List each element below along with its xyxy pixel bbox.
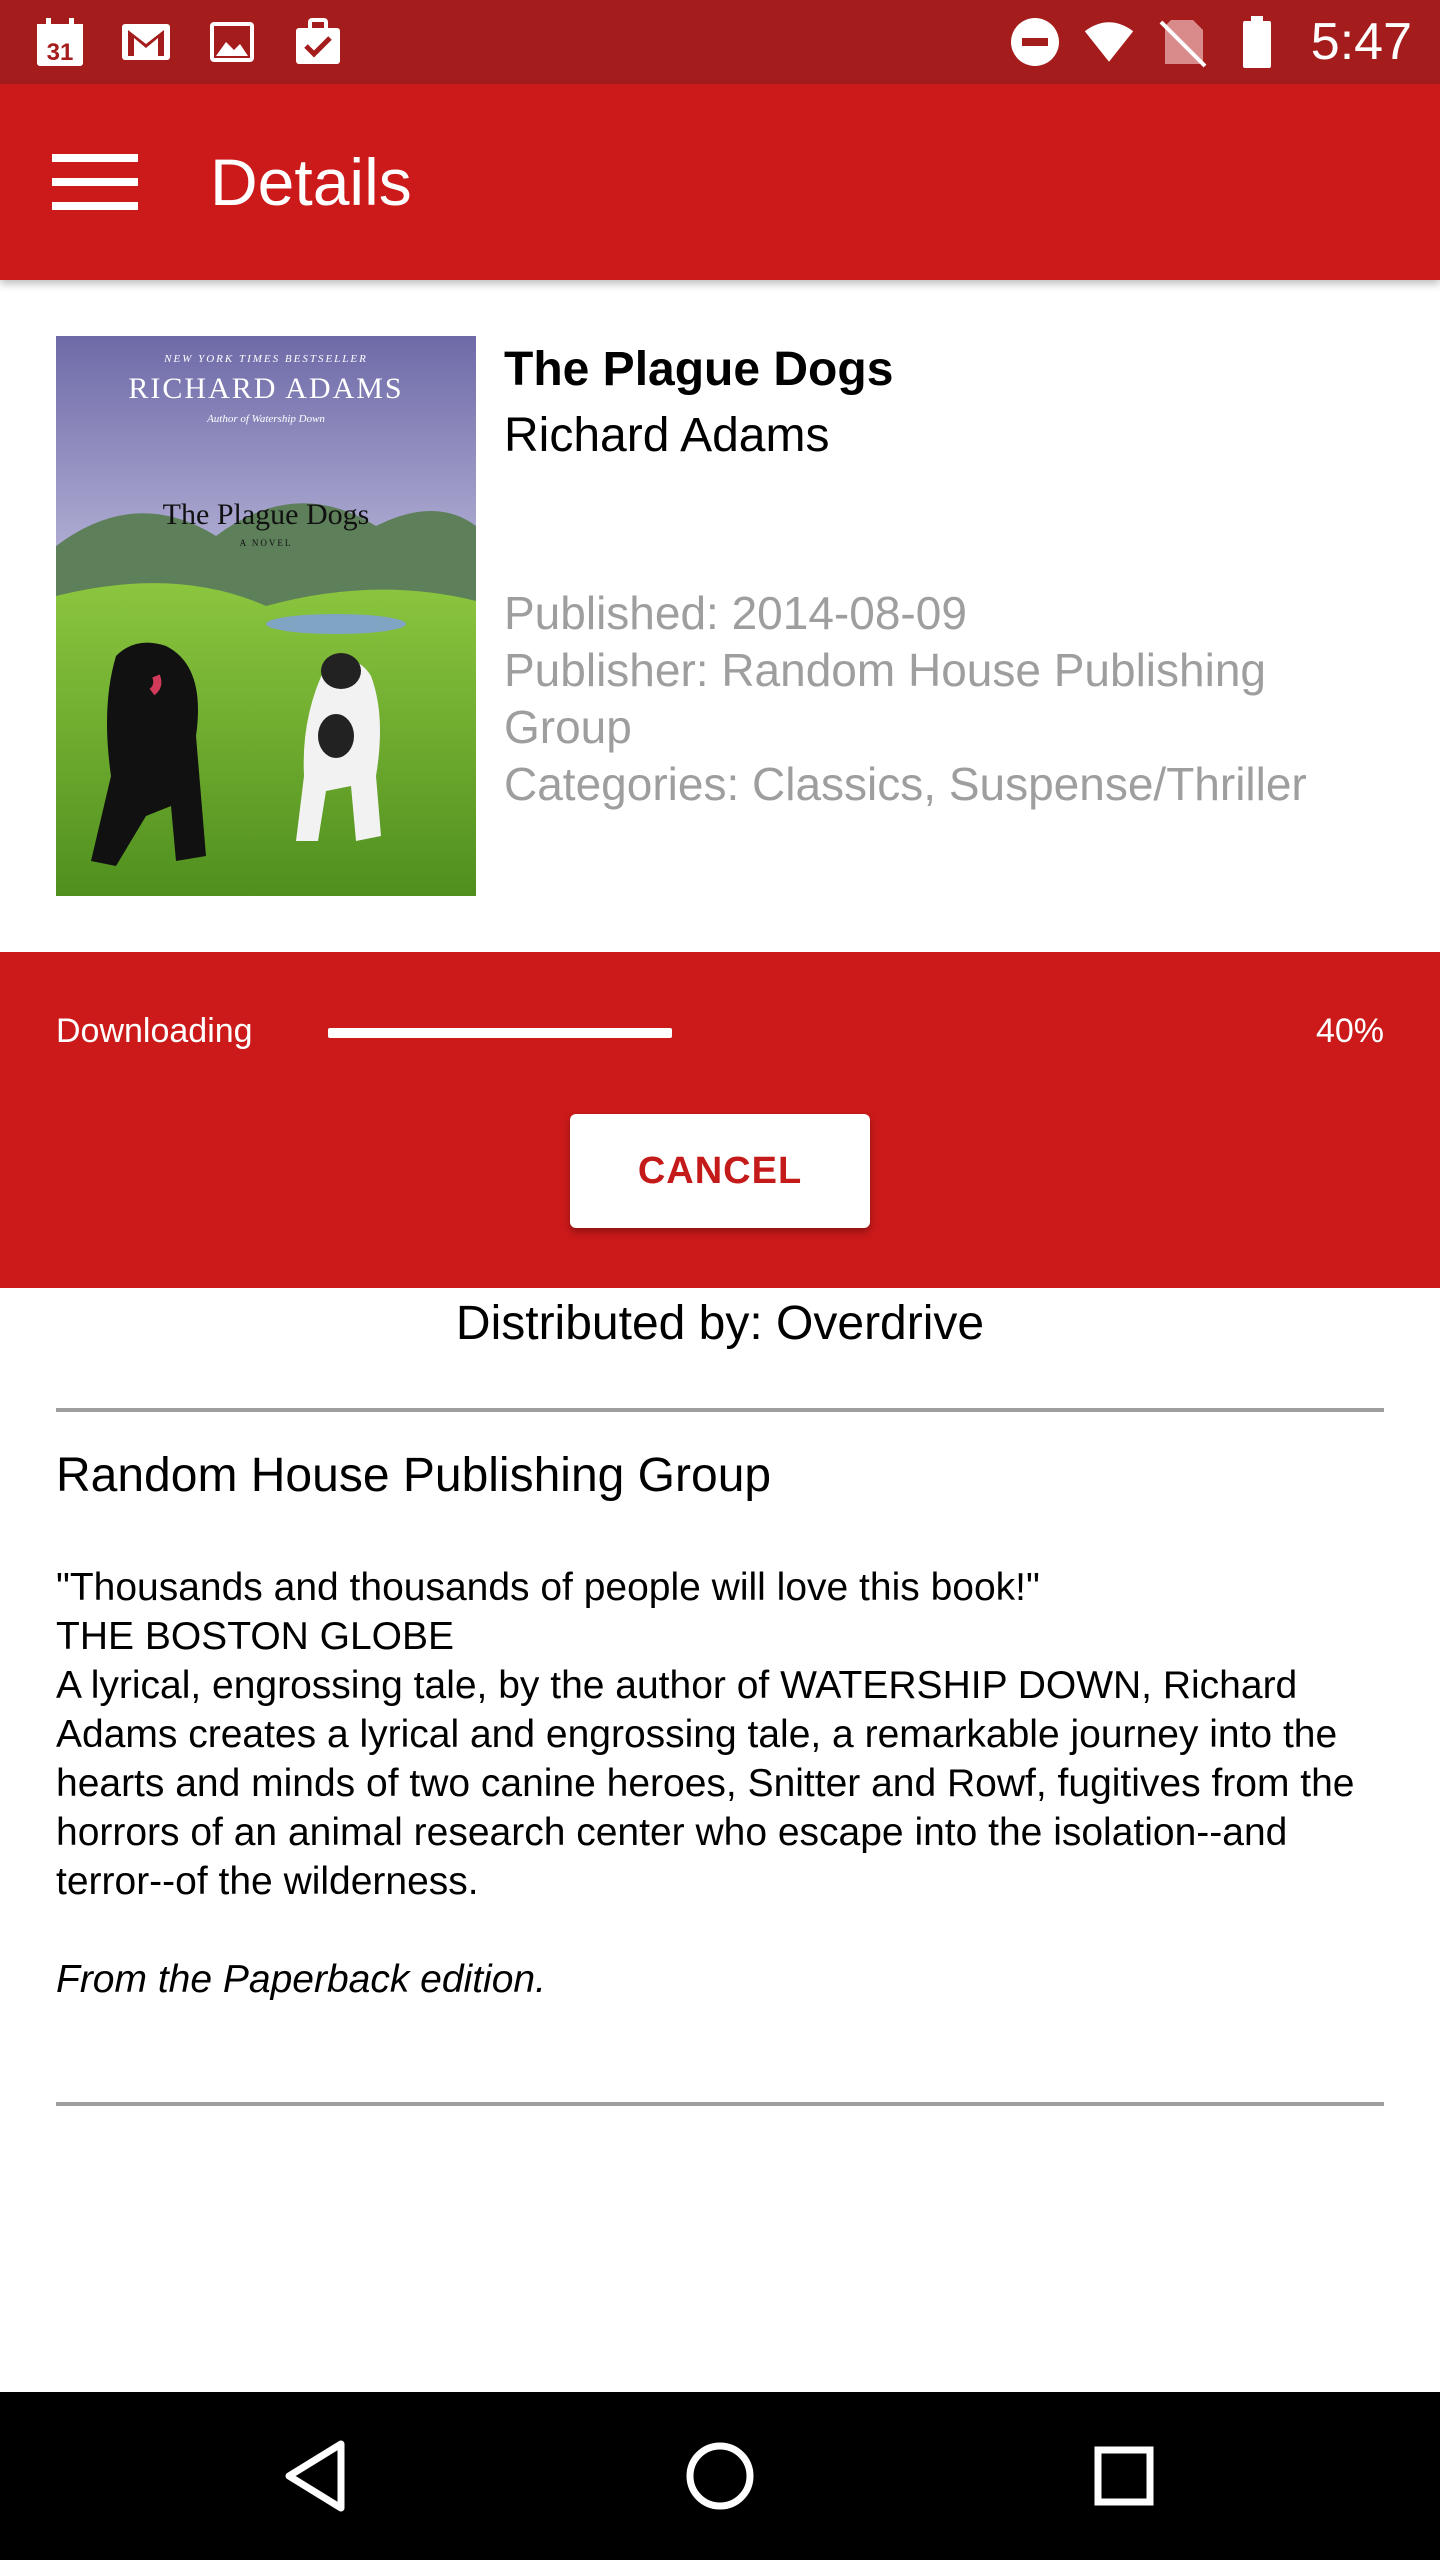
distributed-by: Distributed by: Overdrive <box>455 1297 985 1350</box>
download-progress-fill <box>328 1028 672 1038</box>
hamburger-menu-icon[interactable] <box>40 140 150 224</box>
book-cover-image: NEW YORK TIMES BESTSELLER RICHARD ADAMS … <box>56 336 476 896</box>
gmail-icon <box>120 16 172 68</box>
svg-text:NEW YORK TIMES BESTSELLER: NEW YORK TIMES BESTSELLER <box>163 353 368 365</box>
svg-text:RICHARD ADAMS: RICHARD ADAMS <box>128 372 403 405</box>
publisher-info: Publisher: Random House Publishing Group <box>504 644 1266 753</box>
download-status-label: Downloading <box>56 1012 253 1050</box>
do-not-disturb-icon <box>1009 16 1061 68</box>
description-text: A lyrical, engrossing tale, by the autho… <box>56 1664 1355 1903</box>
back-icon[interactable] <box>266 2426 366 2526</box>
status-bar: 31 5:47 <box>0 0 1440 84</box>
download-progress-bar <box>328 1028 1188 1038</box>
review-source: THE BOSTON GLOBE <box>56 1615 455 1658</box>
image-icon <box>206 16 258 68</box>
publisher-heading: Random House Publishing Group <box>56 1449 772 1502</box>
notification-icons: 31 <box>34 14 344 70</box>
svg-text:31: 31 <box>47 39 74 66</box>
system-icons: 5:47 <box>1009 13 1412 71</box>
edition-note: From the Paperback edition. <box>56 1958 546 2001</box>
review-quote: "Thousands and thousands of people will … <box>56 1566 1040 1609</box>
svg-text:The Plague Dogs: The Plague Dogs <box>163 498 370 531</box>
calendar-icon: 31 <box>34 16 86 68</box>
divider <box>56 1408 1384 1412</box>
app-bar: Details <box>0 84 1440 280</box>
svg-text:Author of Watership Down: Author of Watership Down <box>206 413 325 425</box>
download-panel: Downloading 40% CANCEL <box>0 952 1440 1288</box>
svg-text:A NOVEL: A NOVEL <box>240 538 293 548</box>
cancel-button[interactable]: CANCEL <box>570 1114 870 1228</box>
categories-info: Categories: Classics, Suspense/Thriller <box>504 758 1307 810</box>
task-icon <box>292 16 344 68</box>
home-icon[interactable] <box>670 2426 770 2526</box>
book-author: Richard Adams <box>504 409 830 462</box>
book-description: "Thousands and thousands of people will … <box>56 1563 1396 1906</box>
published-date: Published: 2014-08-09 <box>504 587 967 639</box>
wifi-icon <box>1083 16 1135 68</box>
recents-icon[interactable] <box>1074 2426 1174 2526</box>
status-clock: 5:47 <box>1310 13 1412 71</box>
battery-icon <box>1231 16 1283 68</box>
divider <box>56 2102 1384 2106</box>
no-sim-icon <box>1157 16 1209 68</box>
download-percent: 40% <box>1315 1012 1384 1050</box>
book-title: The Plague Dogs <box>504 343 894 396</box>
navigation-bar <box>0 2392 1440 2560</box>
page-title: Details <box>210 145 412 219</box>
